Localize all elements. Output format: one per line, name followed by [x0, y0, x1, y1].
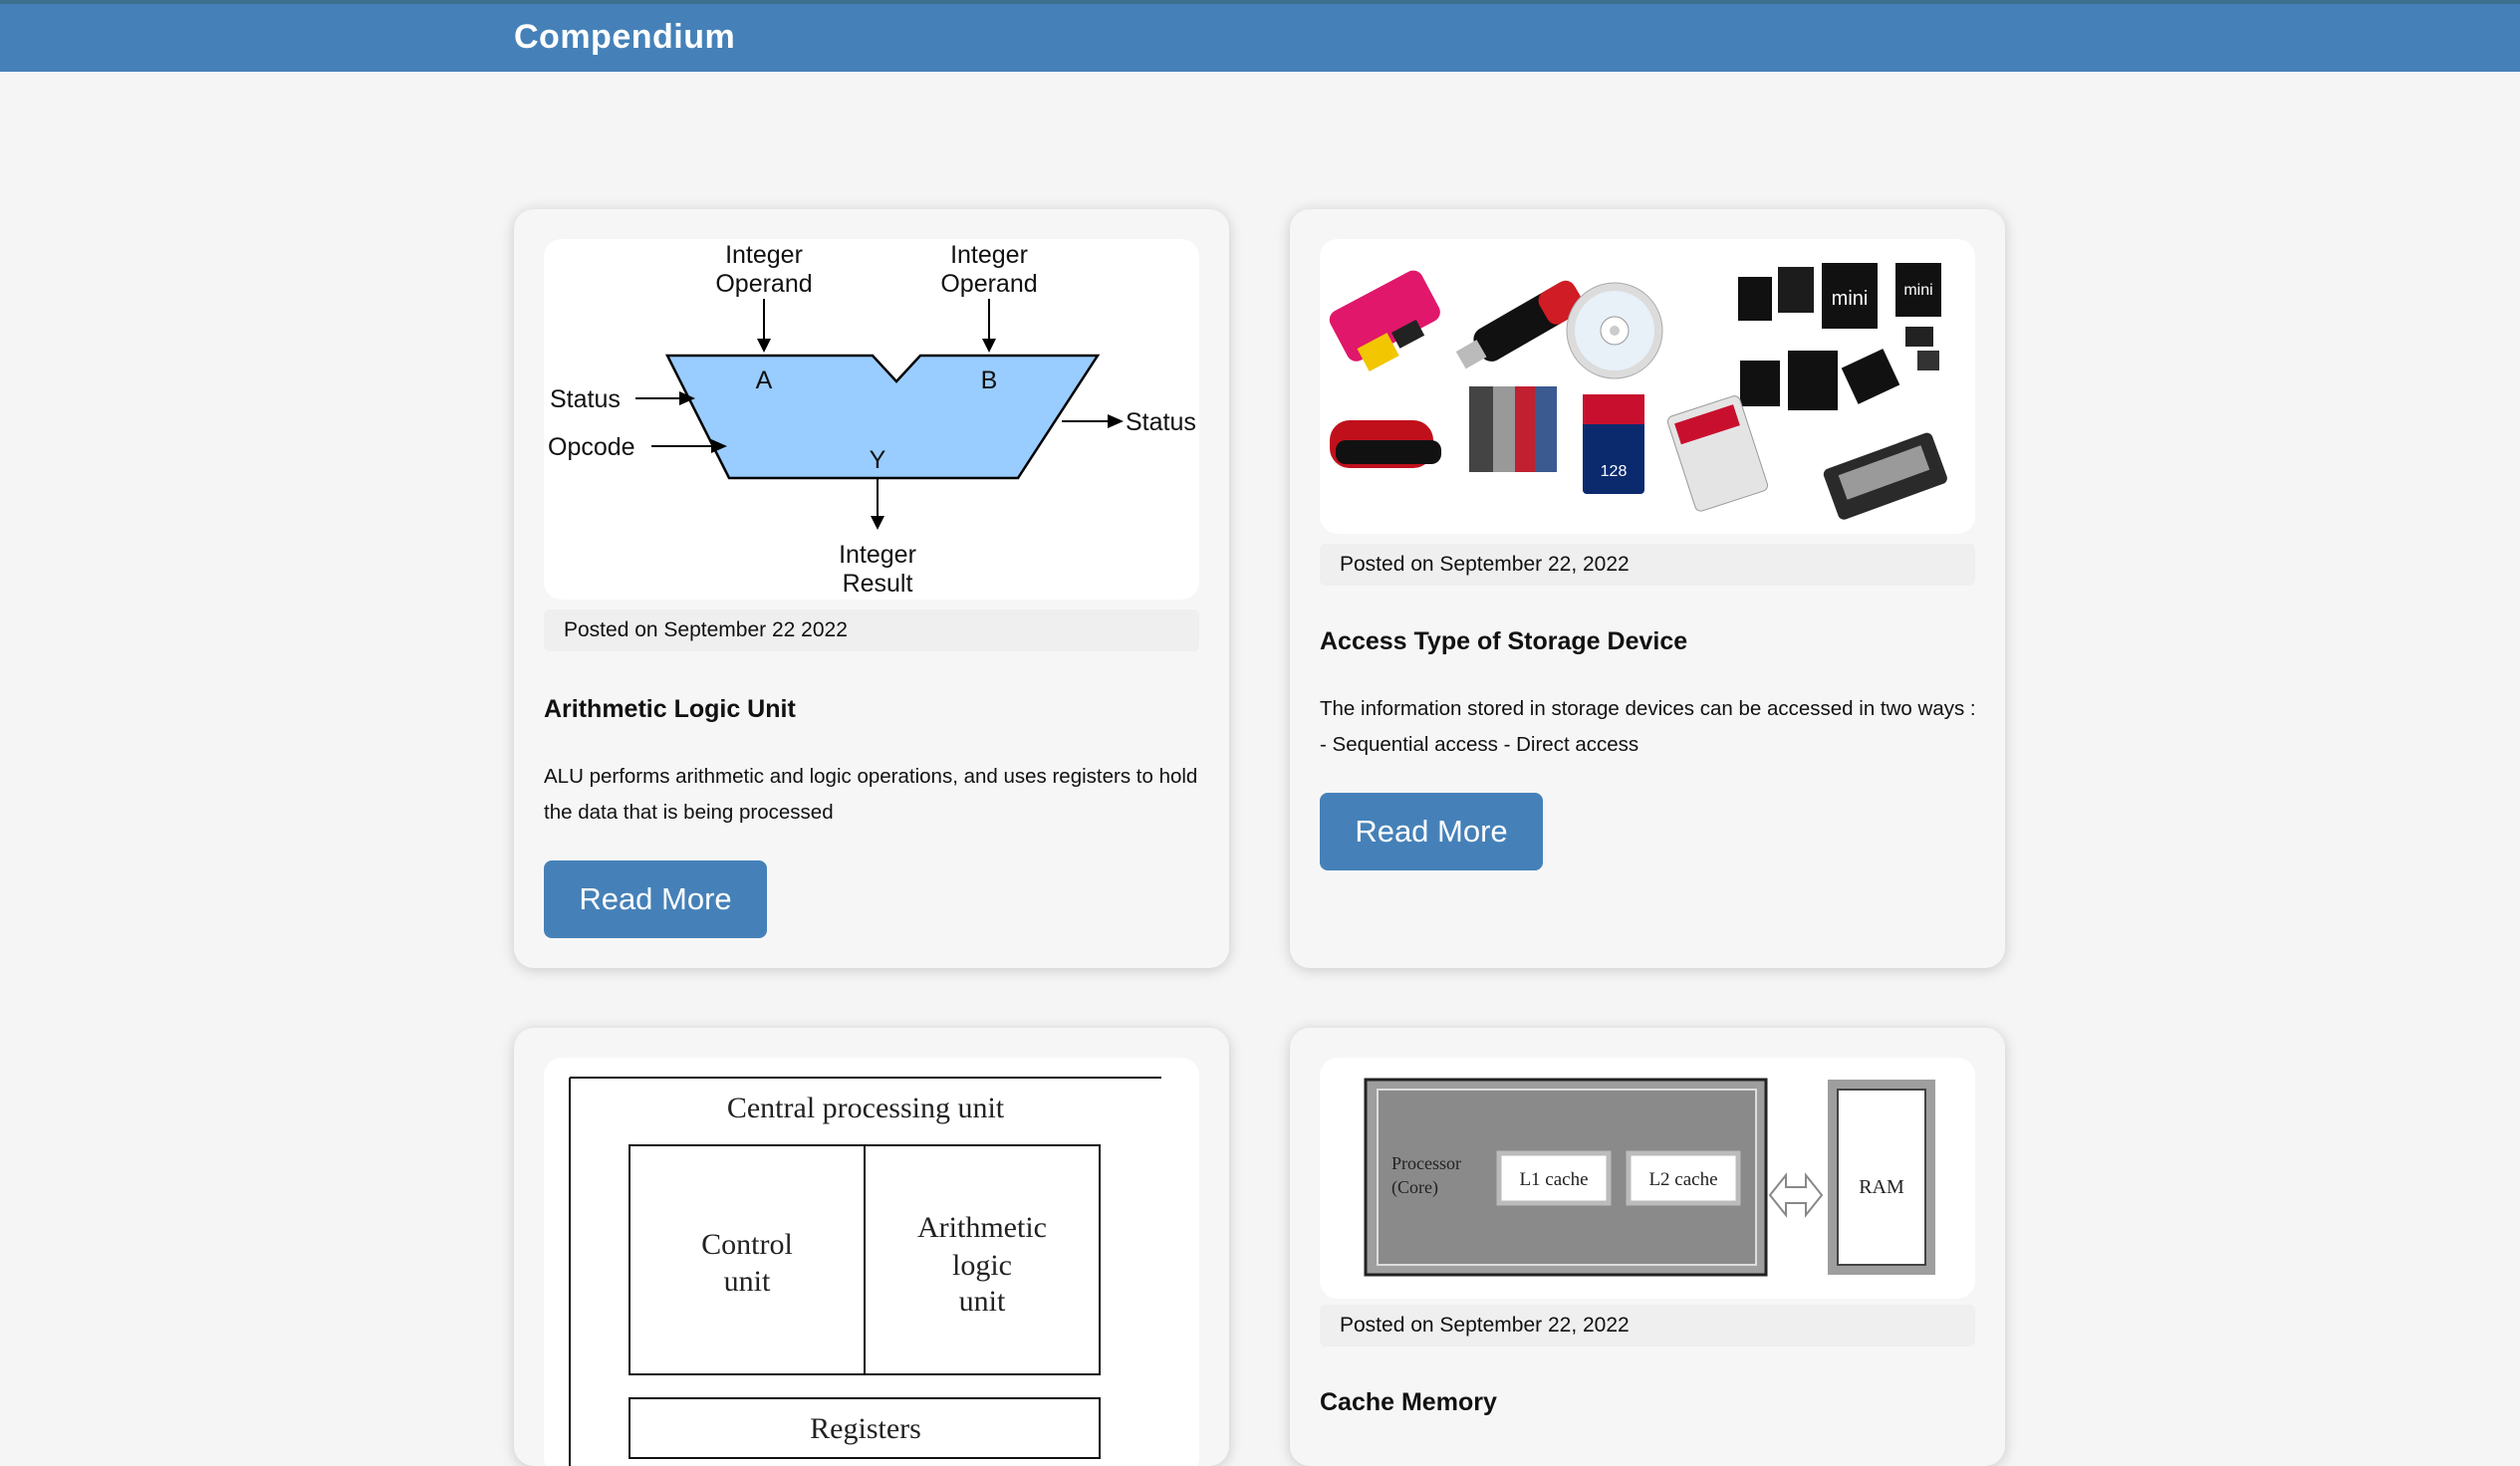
read-more-button[interactable]: Read More	[1320, 793, 1543, 870]
control-unit-label-line2: unit	[724, 1265, 771, 1298]
l1-cache-label: L1 cache	[1519, 1169, 1588, 1190]
svg-text:mini: mini	[1832, 288, 1869, 310]
post-date: Posted on September 22 2022	[544, 610, 1199, 651]
memory-cards-graphic: mini mini	[1738, 263, 1941, 410]
cpu-title-label: Central processing unit	[727, 1092, 1005, 1124]
alu-input-a: A	[756, 366, 773, 394]
processor-label-line2: (Core)	[1391, 1177, 1438, 1198]
post-card-alu: Integer Operand Integer Operand A B Y St…	[514, 209, 1229, 968]
post-title[interactable]: Access Type of Storage Device	[1320, 627, 1687, 656]
card-reader-graphic	[1329, 270, 1440, 372]
top-navbar: Compendium	[0, 0, 2520, 72]
post-card-cpu: Central processing unit Control unit Ari…	[514, 1028, 1229, 1466]
ram-label: RAM	[1859, 1176, 1904, 1198]
read-more-button[interactable]: Read More	[544, 860, 767, 938]
post-title[interactable]: Cache Memory	[1320, 1388, 1497, 1417]
l2-cache-label: L2 cache	[1648, 1169, 1717, 1190]
svg-text:128: 128	[1601, 463, 1628, 480]
bidirectional-arrow-icon	[1768, 1172, 1824, 1218]
svg-text:mini: mini	[1903, 282, 1932, 299]
alu-unit-label-line2: logic	[952, 1249, 1012, 1282]
post-description: The information stored in storage device…	[1320, 697, 1976, 756]
alu-input-b: B	[981, 366, 998, 394]
post-card-storage: mini mini 128 Posted on September 22, 20…	[1290, 209, 2005, 968]
alu-diagram-image: Integer Operand Integer Operand A B Y St…	[544, 239, 1199, 600]
post-title[interactable]: Arithmetic Logic Unit	[544, 695, 796, 724]
alu-operand-b-label-line1: Integer	[950, 241, 1028, 269]
cache-diagram-image: Processor (Core) L1 cache L2 cache RAM	[1320, 1058, 1975, 1299]
pcmcia-card-graphic	[1823, 432, 1947, 520]
brand-logo-text[interactable]: Compendium	[514, 18, 735, 57]
storage-devices-image: mini mini 128	[1320, 239, 1975, 534]
alu-result-label-line2: Result	[843, 570, 913, 598]
cpu-diagram-image: Central processing unit Control unit Ari…	[544, 1058, 1199, 1466]
cd-disc-graphic	[1566, 282, 1663, 379]
alu-unit-label-line3: unit	[959, 1285, 1006, 1318]
alu-status-out-label: Status	[1126, 408, 1196, 436]
flash-drive-graphic	[1330, 420, 1441, 468]
alu-status-in-label: Status	[550, 385, 621, 413]
alu-unit-label-line1: Arithmetic	[917, 1211, 1047, 1244]
alu-result-label-line1: Integer	[839, 541, 916, 569]
alu-operand-b-label-line2: Operand	[940, 270, 1037, 298]
post-date: Posted on September 22, 2022	[1320, 1305, 1975, 1346]
ssd-graphic	[1666, 395, 1769, 512]
registers-label: Registers	[810, 1412, 921, 1445]
post-description: ALU performs arithmetic and logic operat…	[544, 765, 1198, 824]
post-date: Posted on September 22, 2022	[1320, 544, 1975, 586]
processor-label-line1: Processor	[1391, 1153, 1461, 1173]
alu-output-y: Y	[870, 446, 886, 474]
control-unit-label-line1: Control	[701, 1228, 793, 1261]
alu-operand-a-label-line1: Integer	[725, 241, 803, 269]
alu-operand-a-label-line2: Operand	[715, 270, 812, 298]
sd-card-graphic: 128	[1583, 394, 1644, 494]
post-card-cache: Processor (Core) L1 cache L2 cache RAM P…	[1290, 1028, 2005, 1466]
alu-opcode-label: Opcode	[548, 433, 635, 461]
external-drives-graphic	[1469, 386, 1557, 472]
